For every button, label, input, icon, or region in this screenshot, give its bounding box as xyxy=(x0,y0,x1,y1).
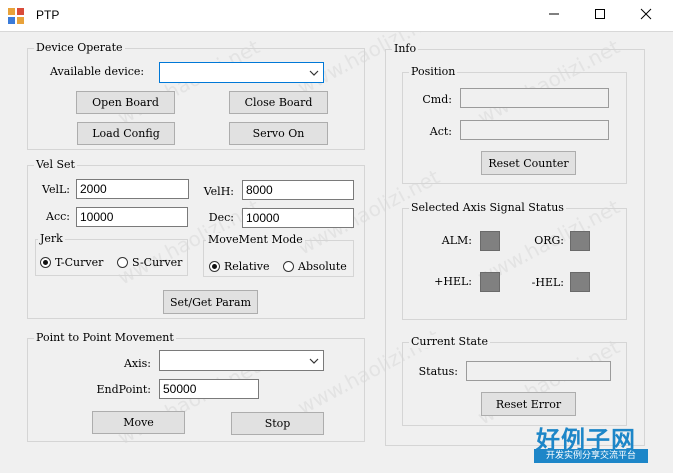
dec-input[interactable]: 10000 xyxy=(242,208,354,228)
window-title: PTP xyxy=(36,8,60,22)
s-curver-radio[interactable]: S-Curver xyxy=(117,256,182,269)
radio-selected-icon xyxy=(209,261,220,272)
acc-label: Acc: xyxy=(46,210,70,223)
available-device-select[interactable] xyxy=(159,62,324,83)
current-state-legend: Current State xyxy=(409,335,490,348)
point-to-point-legend: Point to Point Movement xyxy=(34,331,176,344)
close-board-button[interactable]: Close Board xyxy=(229,91,328,114)
cmd-field xyxy=(460,88,609,108)
endpoint-label: EndPoint: xyxy=(96,383,151,396)
signal-status-legend: Selected Axis Signal Status xyxy=(409,201,566,214)
minus-hel-indicator xyxy=(570,272,590,292)
plus-hel-label: +HEL: xyxy=(434,275,472,288)
available-device-label: Available device: xyxy=(50,65,145,78)
position-legend: Position xyxy=(409,65,458,78)
relative-label: Relative xyxy=(224,260,270,273)
title-bar[interactable]: PTP xyxy=(0,0,673,32)
open-board-button[interactable]: Open Board xyxy=(76,91,175,114)
radio-unselected-icon xyxy=(283,261,294,272)
status-field xyxy=(466,361,611,381)
radio-selected-icon xyxy=(40,257,51,268)
alm-label: ALM: xyxy=(441,234,472,247)
axis-label: Axis: xyxy=(123,357,151,370)
velh-input[interactable]: 8000 xyxy=(242,180,354,200)
load-config-button[interactable]: Load Config xyxy=(77,122,175,145)
stop-button[interactable]: Stop xyxy=(231,412,324,435)
chevron-down-icon xyxy=(308,67,320,79)
dec-label: Dec: xyxy=(208,211,234,224)
minimize-button[interactable] xyxy=(531,0,577,31)
set-get-param-button[interactable]: Set/Get Param xyxy=(163,290,258,314)
maximize-button[interactable] xyxy=(577,0,623,31)
vel-set-legend: Vel Set xyxy=(34,158,77,171)
s-curver-label: S-Curver xyxy=(132,256,183,269)
app-icon xyxy=(8,8,24,24)
endpoint-input[interactable]: 50000 xyxy=(159,379,259,399)
vell-input[interactable]: 2000 xyxy=(76,179,189,199)
maximize-icon xyxy=(594,8,606,23)
reset-counter-button[interactable]: Reset Counter xyxy=(481,151,576,175)
velh-label: VelH: xyxy=(203,185,234,198)
alm-indicator xyxy=(480,231,500,251)
absolute-label: Absolute xyxy=(298,260,347,273)
brand-subtitle: 开发实例分享交流平台 xyxy=(534,449,648,463)
relative-radio[interactable]: Relative xyxy=(209,260,270,273)
device-operate-legend: Device Operate xyxy=(34,41,125,54)
status-label: Status: xyxy=(418,365,458,378)
movement-mode-legend: MoveMent Mode xyxy=(206,233,305,246)
act-label: Act: xyxy=(429,125,452,138)
info-legend: Info xyxy=(392,42,419,55)
t-curver-radio[interactable]: T-Curver xyxy=(40,256,103,269)
servo-on-button[interactable]: Servo On xyxy=(229,122,328,145)
absolute-radio[interactable]: Absolute xyxy=(283,260,347,273)
org-label: ORG: xyxy=(534,234,564,247)
move-button[interactable]: Move xyxy=(92,411,185,434)
vell-label: VelL: xyxy=(42,183,70,196)
close-button[interactable] xyxy=(623,0,669,31)
signal-status-group: Selected Axis Signal Status xyxy=(402,201,627,320)
acc-input[interactable]: 10000 xyxy=(76,207,188,227)
jerk-legend: Jerk xyxy=(38,232,65,245)
t-curver-label: T-Curver xyxy=(55,256,104,269)
minimize-icon xyxy=(548,8,560,23)
brand-watermark: 好例子网 开发实例分享交流平台 xyxy=(532,420,650,464)
reset-error-button[interactable]: Reset Error xyxy=(481,392,576,416)
cmd-label: Cmd: xyxy=(422,93,452,106)
axis-select[interactable] xyxy=(159,350,324,371)
chevron-down-icon xyxy=(308,355,320,367)
radio-unselected-icon xyxy=(117,257,128,268)
plus-hel-indicator xyxy=(480,272,500,292)
minus-hel-label: -HEL: xyxy=(531,276,564,289)
org-indicator xyxy=(570,231,590,251)
close-icon xyxy=(640,8,652,23)
act-field xyxy=(460,120,609,140)
